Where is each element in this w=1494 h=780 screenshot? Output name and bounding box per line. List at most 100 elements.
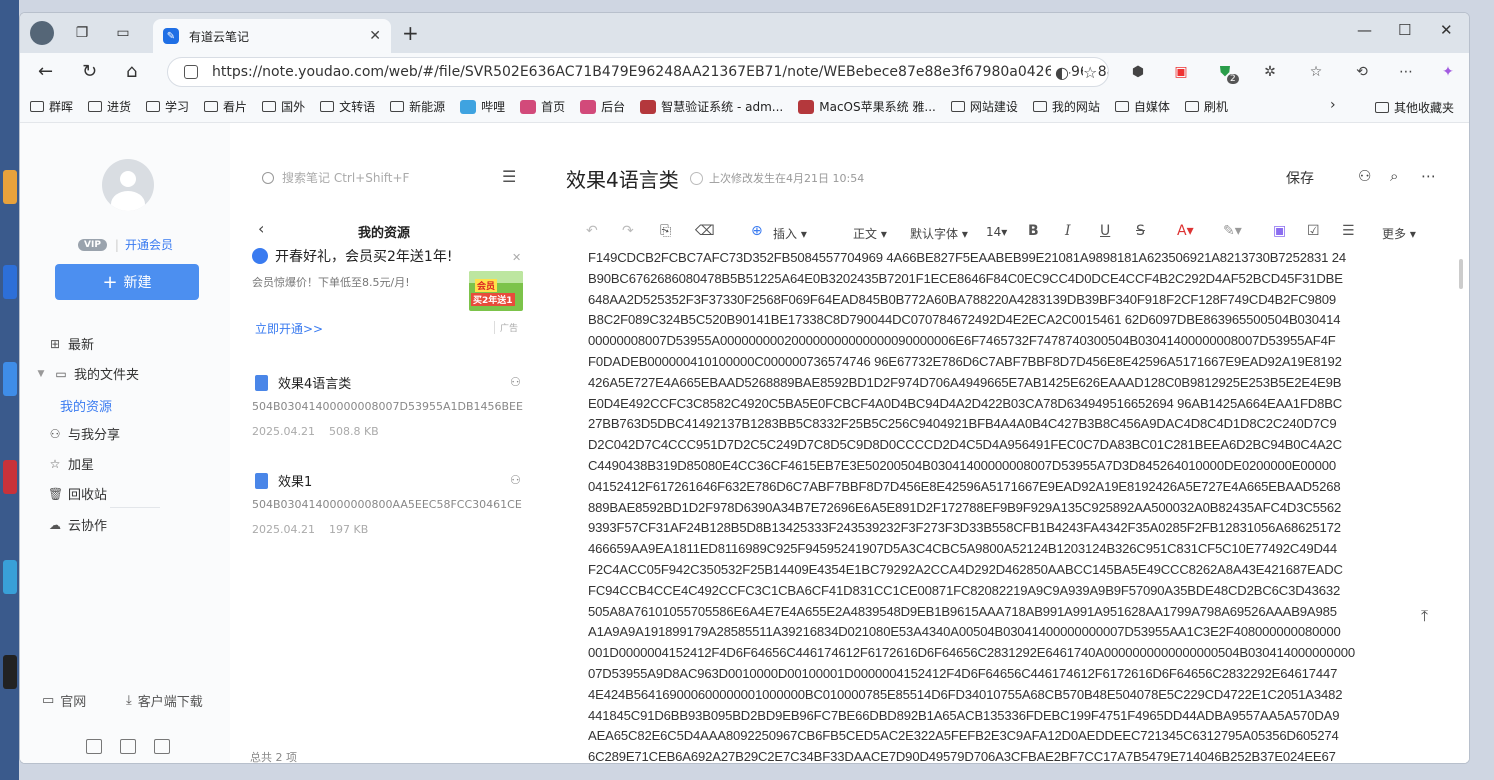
desktop-icon[interactable] xyxy=(3,560,17,594)
collections-icon[interactable]: ❐ xyxy=(72,23,92,43)
font-size-select[interactable]: 14▾ xyxy=(986,225,1007,239)
favorites-icon[interactable]: ☆ xyxy=(1306,62,1326,82)
bookmark-folder[interactable]: 国外 xyxy=(262,98,305,115)
sidebar-item-cloud-collab[interactable]: ☁ 云协作 xyxy=(48,515,107,535)
minimize-icon[interactable]: — xyxy=(1357,21,1372,39)
italic-icon[interactable]: I xyxy=(1065,223,1071,239)
profile-avatar[interactable] xyxy=(30,21,54,45)
bookmark-link[interactable]: 后台 xyxy=(580,98,625,115)
maximize-icon[interactable]: ☐ xyxy=(1398,21,1411,39)
insert-button[interactable]: 插入 ▾ xyxy=(773,225,807,242)
url-input[interactable]: https://note.youdao.com/web/#/file/SVR50… xyxy=(167,57,1109,87)
back-icon[interactable]: ← xyxy=(38,61,53,82)
bookmark-folder[interactable]: 刷机 xyxy=(1184,98,1228,115)
open-member-link[interactable]: 开通会员 xyxy=(125,236,173,253)
list-icon[interactable]: ☰ xyxy=(1342,223,1355,239)
translate-icon[interactable]: ◐ xyxy=(1051,63,1069,82)
scrollbar-thumb[interactable] xyxy=(1459,259,1463,289)
bookmark-folder[interactable]: 群晖 xyxy=(30,98,73,115)
eraser-icon[interactable]: ⌫ xyxy=(695,223,715,239)
layout-two-column-icon[interactable] xyxy=(120,739,136,754)
ai-icon[interactable]: ▣ xyxy=(1273,223,1286,239)
sort-icon[interactable]: ☰ xyxy=(502,167,516,186)
list-item[interactable]: 效果1 ⚇ 504B0304140000000800AA5EEC58FCC304… xyxy=(252,471,524,541)
sidebar-item-trash[interactable]: 🗑 回收站 xyxy=(48,484,107,504)
close-window-icon[interactable]: ✕ xyxy=(1440,21,1453,39)
highlight-icon[interactable]: ✎▾ xyxy=(1223,223,1242,239)
extension-shield-icon[interactable]: ⬢ xyxy=(1128,62,1148,82)
desktop-icon[interactable] xyxy=(3,655,17,689)
promo-title[interactable]: 开春好礼，会员买2年送1年! xyxy=(275,246,452,266)
extension-red-icon[interactable]: ▣ xyxy=(1171,62,1191,82)
search-input[interactable]: 搜索笔记 Ctrl+Shift+F xyxy=(262,169,409,186)
strikethrough-icon[interactable]: S xyxy=(1136,223,1145,239)
undo-icon[interactable]: ↶ xyxy=(586,223,598,239)
close-tab-icon[interactable]: ✕ xyxy=(369,28,381,44)
layout-single-icon[interactable] xyxy=(154,739,170,754)
sidebar-item-latest[interactable]: ⊞ 最新 xyxy=(48,334,94,354)
desktop-icon[interactable] xyxy=(3,265,17,299)
scroll-to-top-icon[interactable]: ⤒ xyxy=(1421,606,1428,626)
more-icon[interactable]: ⋯ xyxy=(1396,62,1416,82)
bookmark-link[interactable]: 哔哩 xyxy=(460,98,505,115)
checkbox-icon[interactable]: ☑ xyxy=(1307,223,1320,239)
format-painter-icon[interactable]: ⎘ xyxy=(660,223,671,239)
promo-open-link[interactable]: 立即开通>> xyxy=(255,320,323,337)
bold-icon[interactable]: B xyxy=(1028,223,1039,239)
bookmark-link[interactable]: 首页 xyxy=(520,98,565,115)
bookmark-folder[interactable]: 网站建设 xyxy=(950,98,1018,115)
sidebar-item-my-folders[interactable]: ▼ ▭ 我的文件夹 xyxy=(34,364,139,384)
save-button[interactable]: 保存 xyxy=(1286,168,1314,188)
bookmark-folder[interactable]: 文转语 xyxy=(320,98,375,115)
lock-icon[interactable] xyxy=(184,65,198,79)
chevron-right-icon[interactable]: › xyxy=(1330,97,1336,113)
refresh-icon[interactable]: ↻ xyxy=(82,61,97,82)
insert-plus-icon[interactable]: ⊕ xyxy=(751,223,763,239)
desktop-icon[interactable] xyxy=(3,460,17,494)
share-person-icon[interactable]: ⚇ xyxy=(510,473,521,487)
more-button[interactable]: 更多 ▾ xyxy=(1382,225,1416,242)
home-icon[interactable]: ⌂ xyxy=(126,61,137,82)
sidebar-item-starred[interactable]: ☆ 加星 xyxy=(48,454,94,474)
find-replace-icon[interactable]: ⌕ xyxy=(1390,167,1398,185)
desktop-icon[interactable] xyxy=(3,170,17,204)
bookmark-folder[interactable]: 学习 xyxy=(146,98,189,115)
paragraph-style-select[interactable]: 正文 ▾ xyxy=(853,225,887,242)
history-icon[interactable]: ⟲ xyxy=(1352,62,1372,82)
bookmark-link[interactable]: 智慧验证系统 - adm... xyxy=(640,98,783,115)
back-chevron-icon[interactable]: ‹ xyxy=(258,219,264,238)
favorite-star-icon[interactable]: ☆ xyxy=(1083,63,1098,82)
bookmark-folder[interactable]: 我的网站 xyxy=(1032,98,1100,115)
sidebar-item-shared[interactable]: ⚇ 与我分享 xyxy=(48,424,120,444)
font-family-select[interactable]: 默认字体 ▾ xyxy=(910,225,968,242)
tab-actions-icon[interactable]: ▭ xyxy=(113,23,133,43)
bookmark-folder[interactable]: 看片 xyxy=(204,98,247,115)
active-tab[interactable]: ✎ 有道云笔记 ✕ xyxy=(153,19,391,53)
promo-image[interactable]: 会员 买2年送1 xyxy=(469,271,523,311)
desktop-icon[interactable] xyxy=(3,362,17,396)
extensions-puzzle-icon[interactable]: ✲ xyxy=(1260,62,1280,82)
scrollbar[interactable] xyxy=(1458,259,1464,761)
bookmark-folder[interactable]: 新能源 xyxy=(390,98,445,115)
client-download-link[interactable]: ⤓ 客户端下载 xyxy=(126,691,203,710)
close-icon[interactable]: ✕ xyxy=(512,251,521,264)
new-button[interactable]: + 新建 xyxy=(55,264,199,300)
more-icon[interactable]: ⋯ xyxy=(1421,167,1436,185)
bookmark-folder[interactable]: 进货 xyxy=(88,98,131,115)
bookmark-folder[interactable]: 自媒体 xyxy=(1114,98,1170,115)
underline-icon[interactable]: U xyxy=(1100,223,1110,239)
list-item[interactable]: 效果4语言类 ⚇ 504B03041400000008007D53955A1DB… xyxy=(252,373,524,443)
layout-three-column-icon[interactable] xyxy=(86,739,102,754)
page-title[interactable]: 效果4语言类 xyxy=(566,164,679,193)
redo-icon[interactable]: ↷ xyxy=(622,223,634,239)
sidebar-item-my-resources[interactable]: 我的资源 xyxy=(60,396,112,415)
bookmark-other[interactable]: 其他收藏夹 xyxy=(1375,99,1454,116)
avatar[interactable] xyxy=(102,159,154,211)
share-person-icon[interactable]: ⚇ xyxy=(510,375,521,389)
collaborate-person-icon[interactable]: ⚇ xyxy=(1358,167,1371,185)
bookmark-link[interactable]: MacOS苹果系统 雅... xyxy=(798,98,936,115)
official-site-link[interactable]: ▭ 官网 xyxy=(42,691,86,710)
copilot-icon[interactable]: ✦ xyxy=(1438,62,1458,82)
note-content[interactable]: F149CDCB2FCBC7AFC73D352FB5084557704969 4… xyxy=(588,248,1448,763)
font-color-icon[interactable]: A▾ xyxy=(1177,223,1194,239)
